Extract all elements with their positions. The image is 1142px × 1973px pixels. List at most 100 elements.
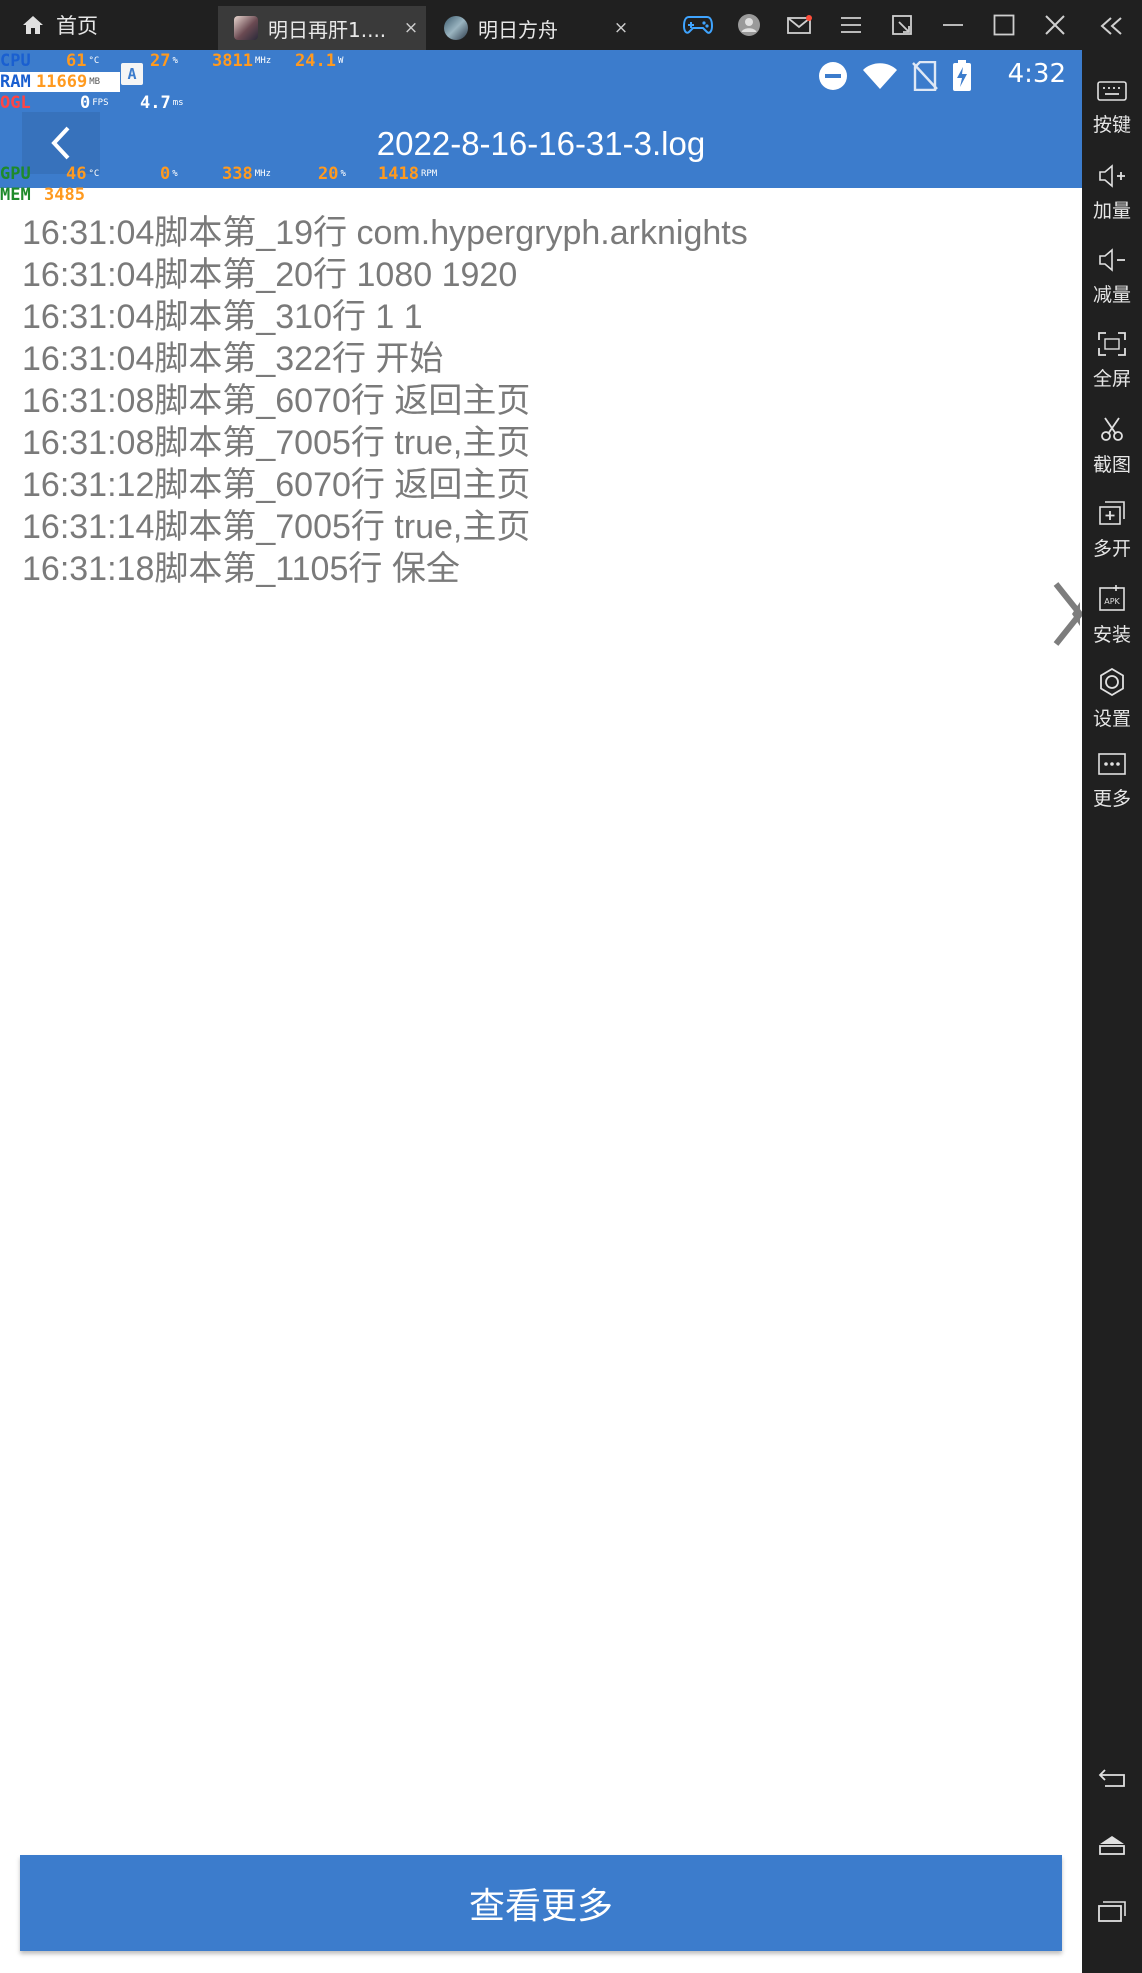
svg-text:APK: APK (1104, 597, 1120, 606)
log-line: 16:31:04脚本第_310行 1 1 (22, 298, 423, 336)
perf-label: GPU (0, 164, 31, 184)
perf-value: 3485 (44, 185, 85, 205)
home-tab-label: 首页 (56, 14, 98, 38)
accessibility-a-icon: A (121, 63, 143, 85)
perf-value: 24.1 (295, 51, 336, 71)
log-content: 16:31:04脚本第_19行 com.hypergryph.arknights… (22, 212, 1062, 590)
sidebar-item-label: 全屏 (1092, 368, 1131, 390)
tab-close-button[interactable]: × (606, 18, 636, 38)
mail-icon[interactable] (774, 0, 825, 50)
keyboard-icon (1097, 81, 1127, 101)
sidebar-item-label: 多开 (1092, 538, 1131, 560)
tab-instance-2[interactable]: 明日方舟 × (428, 6, 636, 50)
volume-down-icon (1099, 248, 1125, 272)
perf-value: 0 (160, 164, 171, 184)
nav-home-button[interactable] (1082, 1820, 1142, 1870)
resize-icon[interactable] (876, 0, 927, 50)
wifi-icon (862, 62, 898, 90)
sidebar-item-label: 安装 (1092, 624, 1131, 646)
perf-row-gpu: GPU 46 °C 0% 338 MHz 20% 1418 RPM (0, 164, 460, 184)
scissors-icon (1101, 417, 1123, 441)
sidebar-item-label: 更多 (1092, 788, 1131, 810)
log-line: 16:31:08脚本第_6070行 返回主页 (22, 382, 531, 420)
tab-label: 明日再肝1.... (268, 17, 387, 42)
sidebar-item-label: 减量 (1092, 284, 1131, 306)
menu-icon[interactable] (825, 0, 876, 50)
minimize-icon[interactable] (927, 0, 978, 50)
volume-up-icon (1099, 164, 1125, 188)
perf-unit: ms (172, 98, 184, 108)
perf-value: 27 (150, 51, 171, 71)
game-avatar-icon (444, 16, 468, 40)
perf-unit: % (340, 169, 346, 179)
log-line: 16:31:04脚本第_19行 com.hypergryph.arknights (22, 214, 748, 252)
perf-row-gpu-spacer (0, 121, 360, 141)
sidebar-item-settings[interactable]: 设置 (1082, 658, 1142, 738)
perf-unit: MB (86, 190, 98, 200)
tab-label: 明日方舟 (478, 17, 558, 42)
log-line: 16:31:12脚本第_6070行 返回主页 (22, 466, 531, 504)
sidebar-item-install-apk[interactable]: APK 安装 (1082, 574, 1142, 654)
perf-label: OGL (0, 93, 31, 113)
log-line: 16:31:08脚本第_7005行 true,主页 (22, 424, 531, 462)
apk-install-icon: APK (1099, 585, 1125, 611)
log-line: 16:31:04脚本第_322行 开始 (22, 340, 444, 378)
perf-value: 61 (66, 51, 87, 71)
perf-unit: W (337, 56, 344, 66)
sidebar-item-fullscreen[interactable]: 全屏 (1082, 322, 1142, 402)
log-line: 16:31:04脚本第_20行 1080 1920 (22, 256, 518, 294)
perf-unit: MHz (254, 56, 272, 66)
perf-value: 11669 (36, 72, 88, 92)
android-screen: 4:32 2022-8-16-16-31-3.log CPU 61 °C 27% … (0, 50, 1084, 1973)
recents-icon (1098, 1901, 1126, 1922)
battery-charging-icon (952, 60, 972, 92)
perf-value: 0 (80, 93, 91, 113)
home-tab[interactable]: 首页 (22, 0, 212, 50)
perf-unit: % (172, 169, 178, 179)
perf-unit: MHz (254, 169, 271, 179)
perf-row-ogl: OGL 0 FPS 4.7 ms (0, 93, 240, 113)
user-icon[interactable] (723, 0, 774, 50)
perf-value: 4.7 (140, 93, 171, 113)
back-icon (1098, 1769, 1125, 1787)
close-icon[interactable] (1029, 0, 1080, 50)
nav-back-button[interactable] (1082, 1752, 1142, 1802)
sidebar-item-keys[interactable]: 按键 (1082, 70, 1142, 150)
sidebar-item-label: 截图 (1092, 454, 1131, 476)
perf-unit: °C (88, 169, 100, 179)
collapse-sidebar-icon[interactable] (1082, 10, 1142, 42)
sidebar-item-volume-up[interactable]: 加量 (1082, 154, 1142, 234)
perf-label: CPU (0, 51, 31, 71)
perf-value: 1418 (378, 164, 419, 184)
perf-label: MEM (0, 185, 31, 205)
log-line: 16:31:18脚本第_1105行 保全 (22, 550, 460, 588)
status-time: 4:32 (1007, 59, 1066, 89)
view-more-button[interactable]: 查看更多 (20, 1855, 1062, 1951)
gamepad-icon[interactable] (672, 0, 723, 50)
sidebar-item-screenshot[interactable]: 截图 (1082, 406, 1142, 486)
dnd-icon (818, 61, 848, 91)
sidebar-item-multi-instance[interactable]: 多开 (1082, 490, 1142, 570)
perf-row-cpu: CPU 61 °C 27% 3811 MHz 24.1 W (0, 51, 360, 71)
floating-edge-handle[interactable] (1052, 580, 1084, 650)
home-icon (23, 16, 43, 34)
more-icon (1098, 753, 1126, 775)
sidebar-item-more[interactable]: 更多 (1082, 742, 1142, 822)
maximize-icon[interactable] (978, 0, 1029, 50)
perf-value: 338 (222, 164, 253, 184)
perf-value: 20 (318, 164, 339, 184)
sidebar-item-volume-down[interactable]: 减量 (1082, 238, 1142, 318)
tab-instance-1[interactable]: 明日再肝1.... × (218, 6, 426, 50)
home-icon (1099, 1836, 1125, 1855)
game-avatar-icon (234, 16, 258, 40)
nav-recents-button[interactable] (1082, 1886, 1142, 1936)
sidebar-item-label: 按键 (1092, 114, 1131, 136)
perf-value: 3811 (212, 51, 253, 71)
perf-unit: % (172, 56, 178, 66)
status-icons (804, 60, 972, 92)
performance-overlay: CPU 61 °C 27% 3811 MHz 24.1 W RAM 11669 MB A… (0, 50, 437, 205)
perf-row-mem: MEM 3485 MB (0, 185, 120, 205)
multi-instance-icon (1099, 501, 1125, 525)
tab-close-button[interactable]: × (396, 18, 426, 38)
perf-unit: °C (88, 56, 100, 66)
